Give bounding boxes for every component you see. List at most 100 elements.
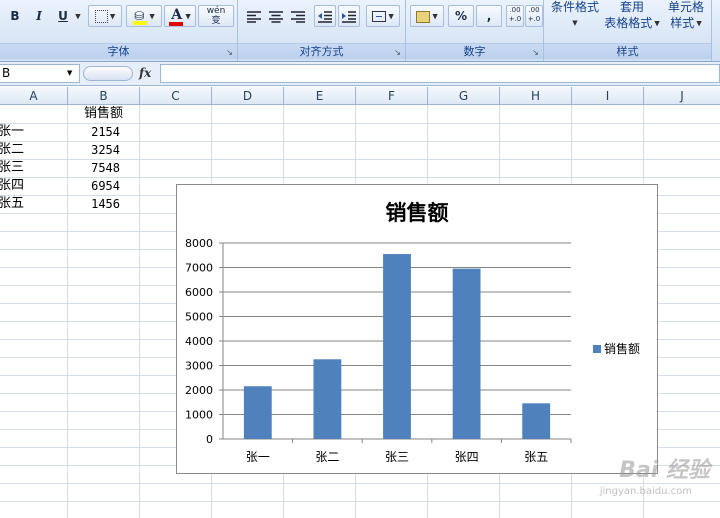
number-group: ▼ % , .00 +.0 .00 +.0 数字 ↘ bbox=[406, 0, 544, 61]
align-center-button[interactable] bbox=[266, 5, 286, 27]
watermark: Bai 经验 jingyan.baidu.com bbox=[540, 452, 720, 516]
align-left-icon bbox=[247, 10, 261, 23]
font-group: B I U ▼ ▼ ⛁ ▼ A ▼ wén 变 字体 ↘ bbox=[0, 0, 238, 61]
format-as-table-button[interactable]: 套用 表格格式 ▼ bbox=[602, 0, 662, 32]
insert-function-icon[interactable]: fx bbox=[139, 64, 151, 83]
cell-a2-name[interactable]: 张一 bbox=[0, 123, 66, 141]
align-left-button[interactable] bbox=[244, 5, 264, 27]
embedded-chart[interactable]: 销售额 0 1000 2000 3000 4000 5000 6000 7000 8000 张一 张… bbox=[176, 184, 658, 474]
column-header-g[interactable]: G bbox=[428, 87, 500, 105]
formula-bar-resize-handle[interactable] bbox=[83, 66, 133, 81]
column-header-d[interactable]: D bbox=[212, 87, 284, 105]
column-header-a[interactable]: A bbox=[0, 87, 68, 105]
conditional-format-button[interactable]: 条件格式 ▼ bbox=[550, 0, 600, 31]
border-icon bbox=[94, 10, 108, 23]
alignment-dialog-launcher-icon[interactable]: ↘ bbox=[393, 48, 402, 57]
name-box-value: B bbox=[2, 66, 11, 80]
merge-cells-icon bbox=[372, 11, 387, 22]
column-header-b[interactable]: B bbox=[68, 87, 140, 105]
percent-style-button[interactable]: % bbox=[448, 5, 474, 27]
bold-button[interactable]: B bbox=[4, 5, 26, 27]
cell-b2-value[interactable]: 2154 bbox=[68, 123, 120, 141]
decrease-indent-button[interactable] bbox=[314, 5, 336, 27]
column-header-c[interactable]: C bbox=[140, 87, 212, 105]
italic-button[interactable]: I bbox=[28, 5, 50, 27]
bar bbox=[243, 386, 272, 439]
legend-label: 销售额 bbox=[604, 341, 640, 356]
y-tick-label: 3000 bbox=[185, 360, 213, 373]
formula-bar: B ▼ fx bbox=[0, 62, 720, 86]
underline-button[interactable]: U bbox=[52, 5, 74, 27]
chart-plot: 0 1000 2000 3000 4000 5000 6000 7000 8000 张一 张二 张三 张… bbox=[185, 237, 640, 464]
formula-input[interactable] bbox=[160, 64, 720, 83]
decrease-decimal-button[interactable]: .00 +.0 bbox=[525, 5, 543, 27]
y-tick-label: 4000 bbox=[185, 335, 213, 348]
y-tick-label: 7000 bbox=[185, 262, 213, 275]
y-tick-label: 2000 bbox=[185, 384, 213, 397]
y-tick-label: 8000 bbox=[185, 237, 213, 250]
increase-indent-button[interactable] bbox=[338, 5, 360, 27]
merge-center-button[interactable]: ▼ bbox=[366, 5, 400, 27]
cell-a5-name[interactable]: 张四 bbox=[0, 177, 66, 195]
font-color-button[interactable]: A ▼ bbox=[164, 5, 196, 27]
align-right-button[interactable] bbox=[288, 5, 308, 27]
underline-dropdown-icon[interactable]: ▼ bbox=[73, 5, 83, 27]
font-group-label: 字体 bbox=[0, 43, 237, 59]
x-tick-label: 张三 bbox=[385, 450, 409, 464]
phonetic-button[interactable]: wén 变 bbox=[198, 5, 234, 27]
cell-b1-header[interactable]: 销售额 bbox=[68, 105, 139, 123]
align-right-icon bbox=[291, 10, 305, 23]
column-header-e[interactable]: E bbox=[284, 87, 356, 105]
format-as-table-label-top: 套用 bbox=[619, 0, 644, 14]
phonetic-icon: wén 变 bbox=[206, 6, 226, 26]
x-tick-label: 张四 bbox=[455, 450, 479, 464]
accounting-format-button[interactable]: ▼ bbox=[410, 5, 444, 27]
font-dialog-launcher-icon[interactable]: ↘ bbox=[225, 48, 234, 57]
watermark-logo: Bai 经验 bbox=[619, 458, 710, 483]
x-tick-label: 张二 bbox=[315, 450, 339, 464]
column-header-f[interactable]: F bbox=[356, 87, 428, 105]
column-header-i[interactable]: I bbox=[572, 87, 644, 105]
cell-a6-name[interactable]: 张五 bbox=[0, 195, 66, 213]
legend-swatch bbox=[593, 345, 601, 353]
comma-style-button[interactable]: , bbox=[476, 5, 502, 27]
cell-styles-button[interactable]: 单元格 样式 ▼ bbox=[662, 0, 710, 32]
bar bbox=[313, 359, 342, 439]
styles-group: 条件格式 ▼ 套用 表格格式 ▼ 单元格 样式 ▼ 样式 bbox=[544, 0, 712, 61]
y-tick-label: 0 bbox=[206, 433, 213, 446]
number-group-label: 数字 bbox=[406, 43, 543, 59]
cell-styles-label-bottom: 样式 bbox=[670, 16, 695, 30]
alignment-group-label: 对齐方式 bbox=[238, 43, 405, 59]
y-tick-label: 5000 bbox=[185, 311, 213, 324]
currency-icon bbox=[416, 10, 431, 23]
cell-b5-value[interactable]: 6954 bbox=[68, 177, 120, 195]
bar bbox=[522, 403, 551, 439]
cell-b6-value[interactable]: 1456 bbox=[68, 195, 120, 213]
cell-b3-value[interactable]: 3254 bbox=[68, 141, 120, 159]
align-center-icon bbox=[269, 10, 283, 23]
borders-button[interactable]: ▼ bbox=[88, 5, 122, 27]
formula-controls: fx bbox=[83, 64, 159, 83]
increase-indent-icon bbox=[342, 10, 356, 23]
number-dialog-launcher-icon[interactable]: ↘ bbox=[531, 48, 540, 57]
font-color-icon: A bbox=[169, 7, 184, 26]
watermark-url: jingyan.baidu.com bbox=[599, 486, 692, 497]
column-header-j[interactable]: J bbox=[644, 87, 720, 105]
y-tick-label: 1000 bbox=[185, 409, 213, 422]
bar bbox=[383, 254, 411, 439]
cell-a3-name[interactable]: 张二 bbox=[0, 141, 66, 159]
cell-a4-name[interactable]: 张三 bbox=[0, 159, 66, 177]
cells-group-edge bbox=[712, 0, 720, 61]
format-as-table-label-bottom: 表格格式 bbox=[604, 16, 653, 30]
conditional-format-label: 条件格式 bbox=[550, 0, 599, 14]
ribbon: B I U ▼ ▼ ⛁ ▼ A ▼ wén 变 字体 ↘ ▼ 对齐方式 ↘ ▼ … bbox=[0, 0, 720, 62]
decrease-indent-icon bbox=[318, 10, 332, 23]
y-tick-label: 6000 bbox=[185, 286, 213, 299]
name-box-dropdown-icon[interactable]: ▼ bbox=[67, 69, 72, 77]
column-header-h[interactable]: H bbox=[500, 87, 572, 105]
cell-b4-value[interactable]: 7548 bbox=[68, 159, 120, 177]
fill-color-button[interactable]: ⛁ ▼ bbox=[126, 5, 162, 27]
x-tick-label: 张一 bbox=[246, 450, 270, 464]
conditional-format-dropdown-icon: ▼ bbox=[572, 19, 578, 27]
increase-decimal-button[interactable]: .00 +.0 bbox=[506, 5, 524, 27]
